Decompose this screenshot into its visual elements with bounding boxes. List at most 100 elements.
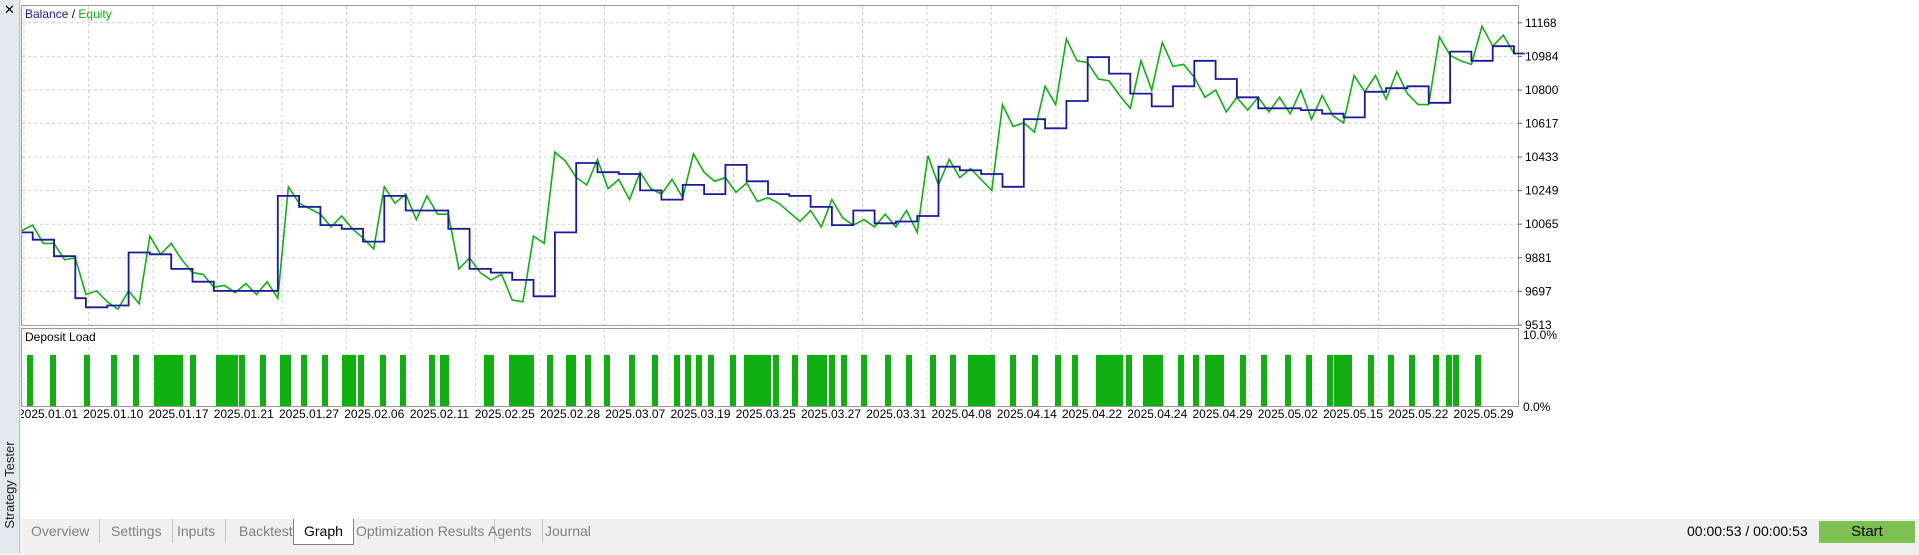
- x-date-label: 2025.02.28: [540, 407, 600, 421]
- deposit-load-title: Deposit Load: [25, 330, 96, 344]
- load-axis-bottom-label: 0.0%: [1523, 400, 1551, 414]
- x-date-label: 2025.04.22: [1062, 407, 1122, 421]
- y-tick-label: 10984: [1525, 49, 1559, 63]
- load-bar: [190, 354, 196, 406]
- load-bar: [1475, 354, 1481, 406]
- load-bar: [730, 354, 736, 406]
- tab-graph[interactable]: Graph: [293, 519, 354, 545]
- load-bar: [350, 354, 356, 406]
- tab-inputs[interactable]: Inputs: [167, 519, 227, 543]
- x-date-label: 2025.05.02: [1258, 407, 1318, 421]
- load-bar: [1433, 354, 1439, 406]
- load-bar: [1117, 354, 1123, 406]
- load-bar: [841, 354, 847, 406]
- tab-journal[interactable]: Journal: [535, 519, 601, 543]
- x-date-label: 2025.02.25: [475, 407, 535, 421]
- y-tick-label: 9881: [1525, 251, 1552, 265]
- load-bar: [1240, 354, 1246, 406]
- close-icon[interactable]: ✕: [1, 1, 18, 18]
- main-plot-frame: [21, 5, 1519, 326]
- y-tick-label: 9697: [1525, 284, 1552, 298]
- elapsed-timer: 00:00:53 / 00:00:53: [1687, 523, 1808, 539]
- x-date-label: 2025.01.21: [214, 407, 274, 421]
- x-date-label: 2025.01.17: [148, 407, 208, 421]
- load-bar: [829, 354, 835, 406]
- legend-equity: Equity: [78, 7, 111, 21]
- x-date-label: 2025.01.01: [21, 407, 78, 421]
- load-bar: [906, 354, 912, 406]
- load-bar: [773, 354, 779, 406]
- tab-bar: Overview Settings Inputs Backtest Graph …: [21, 519, 1919, 553]
- load-bar: [547, 354, 553, 406]
- x-date-label: 2025.02.06: [344, 407, 404, 421]
- load-bar: [400, 354, 406, 406]
- start-button[interactable]: Start: [1819, 521, 1915, 543]
- load-bar: [1072, 354, 1078, 406]
- balance-equity-chart: 11168 10984 10800 10617 10433 10249 10065 9881 9…: [18, 5, 1559, 421]
- load-bar: [1010, 354, 1016, 406]
- x-date-label: 2025.03.27: [801, 407, 861, 421]
- legend-separator: /: [68, 7, 78, 21]
- tab-agents[interactable]: Agents: [478, 519, 543, 543]
- load-bar: [696, 354, 702, 406]
- load-bar: [821, 354, 827, 406]
- load-bar: [1346, 354, 1352, 406]
- load-bar: [1178, 354, 1184, 406]
- load-bar: [1388, 354, 1394, 406]
- load-bar: [765, 354, 771, 406]
- load-bar: [358, 354, 364, 406]
- x-date-label: 2025.04.14: [997, 407, 1057, 421]
- load-axis-top-label: 10.0%: [1523, 328, 1557, 342]
- load-bar: [674, 354, 680, 406]
- x-date-label: 2025.03.25: [736, 407, 796, 421]
- load-bar: [950, 354, 956, 406]
- load-bar: [1157, 354, 1163, 406]
- y-tick-label: 10433: [1525, 150, 1559, 164]
- load-bar: [133, 354, 139, 406]
- load-bar: [301, 354, 307, 406]
- load-bar: [1446, 354, 1452, 406]
- tab-overview[interactable]: Overview: [21, 519, 101, 543]
- load-bar: [443, 354, 449, 406]
- y-tick-label: 10249: [1525, 184, 1559, 198]
- load-bar: [604, 354, 610, 406]
- load-bar: [629, 354, 635, 406]
- load-bar: [1055, 354, 1061, 406]
- load-bar: [570, 354, 576, 406]
- load-bar: [488, 354, 494, 406]
- load-bar: [1285, 354, 1291, 406]
- load-bar: [239, 354, 245, 406]
- y-tick-label: 10065: [1525, 217, 1559, 231]
- load-bar: [930, 354, 936, 406]
- load-bar: [1306, 354, 1312, 406]
- legend: Balance / Equity: [25, 7, 112, 21]
- load-bar: [652, 354, 658, 406]
- load-bar: [177, 354, 183, 406]
- load-bar: [792, 354, 798, 406]
- load-bar: [1193, 354, 1199, 406]
- load-bar: [1453, 354, 1459, 406]
- x-date-label: 2025.04.08: [931, 407, 991, 421]
- load-bar: [1261, 354, 1267, 406]
- load-bar: [429, 354, 435, 406]
- load-bar: [1032, 354, 1038, 406]
- graph-panel: 11168 10984 10800 10617 10433 10249 10065 9881 9…: [18, 0, 1919, 519]
- load-bar: [322, 354, 328, 406]
- load-bar: [1368, 354, 1374, 406]
- tab-optimization-results[interactable]: Optimization Results: [346, 519, 496, 543]
- legend-balance: Balance: [25, 7, 69, 21]
- sidebar: ✕ Strategy Tester: [0, 0, 20, 553]
- tab-backtest[interactable]: Backtest: [229, 519, 303, 543]
- tab-settings[interactable]: Settings: [101, 519, 173, 543]
- load-bar: [111, 354, 117, 406]
- y-tick-label: 11168: [1525, 16, 1557, 30]
- y-tick-label: 10800: [1525, 83, 1559, 97]
- load-bar: [1327, 354, 1333, 406]
- x-date-label: 2025.03.19: [670, 407, 730, 421]
- load-bar: [989, 354, 995, 406]
- x-date-label: 2025.02.11: [410, 407, 469, 421]
- load-bar: [27, 354, 33, 406]
- load-bar: [1218, 354, 1224, 406]
- load-bar: [380, 354, 386, 406]
- x-date-label: 2025.01.27: [279, 407, 339, 421]
